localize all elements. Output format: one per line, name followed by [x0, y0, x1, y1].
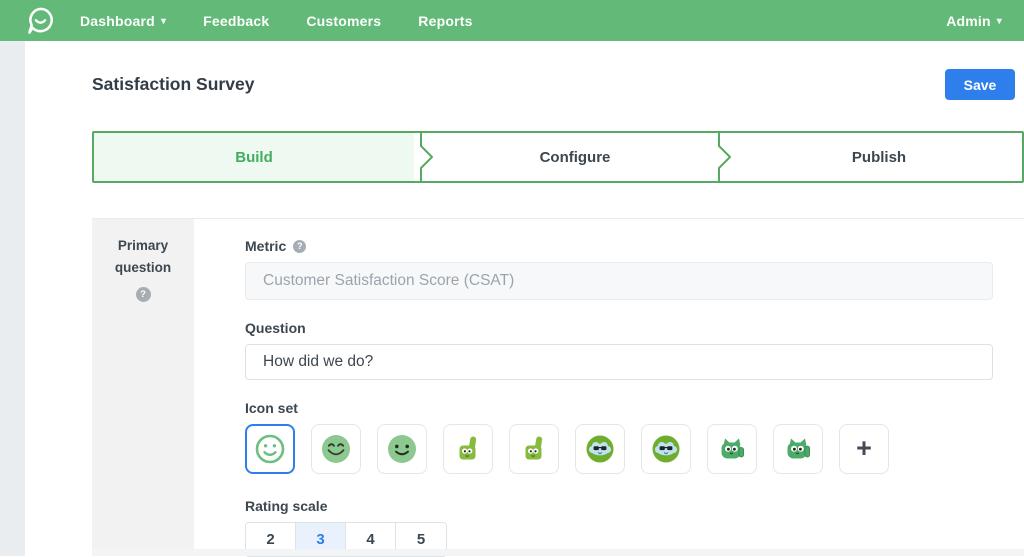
left-gutter: [0, 41, 25, 556]
icon-set-label: Icon set: [245, 400, 1024, 416]
question-label-text: Question: [245, 320, 306, 336]
rating-scale-label: Rating scale: [245, 498, 1024, 514]
icon-set-option-thumbs-up-2[interactable]: [509, 424, 559, 474]
sidebar-tab-primary-question[interactable]: Primary question ?: [92, 219, 194, 556]
chevron-down-icon: ▾: [997, 16, 1002, 27]
cloud-sunglasses-icon: [649, 432, 683, 466]
admin-menu-label: Admin: [946, 13, 991, 29]
sidebar-tab-label: Primary question: [92, 235, 194, 278]
question-label: Question: [245, 320, 1024, 336]
chevron-down-icon: ▾: [161, 16, 166, 27]
thumbs-up-icon: [451, 432, 485, 466]
admin-menu[interactable]: Admin ▾: [946, 13, 1002, 29]
wizard-stepper: Build Configure Publish: [92, 131, 1024, 183]
smiley-grin-icon: [319, 432, 353, 466]
nav-menu: Dashboard ▾ Feedback Customers Reports: [80, 13, 473, 29]
nav-item-feedback[interactable]: Feedback: [203, 13, 269, 29]
nav-item-label: Feedback: [203, 13, 269, 29]
metric-field: Customer Satisfaction Score (CSAT): [245, 262, 993, 300]
tab-build[interactable]: Build: [94, 133, 414, 181]
metric-label-text: Metric: [245, 238, 286, 254]
icon-set-options: +: [245, 424, 1024, 474]
question-field[interactable]: How did we do?: [245, 344, 993, 380]
icon-set-option-thumbs-up-1[interactable]: [443, 424, 493, 474]
tab-configure[interactable]: Configure: [438, 133, 712, 181]
nav-item-dashboard[interactable]: Dashboard ▾: [80, 13, 166, 29]
help-icon[interactable]: ?: [293, 240, 306, 253]
icon-set-option-smiley-grin[interactable]: [311, 424, 361, 474]
app-logo[interactable]: [25, 5, 56, 36]
nav-item-label: Dashboard: [80, 13, 155, 29]
thumbs-up-icon: [517, 432, 551, 466]
icon-set-option-cloud-sunglasses-1[interactable]: [575, 424, 625, 474]
next-section-edge: [92, 549, 1024, 556]
icon-set-label-text: Icon set: [245, 400, 298, 416]
rating-scale-label-text: Rating scale: [245, 498, 327, 514]
primary-question-form: Metric ? Customer Satisfaction Score (CS…: [245, 219, 1024, 557]
cloud-sunglasses-icon: [583, 432, 617, 466]
smiley-slight-icon: [385, 432, 419, 466]
icon-set-option-smiley-outline[interactable]: [245, 424, 295, 474]
icon-set-option-cloud-sunglasses-2[interactable]: [641, 424, 691, 474]
cat-thumbs-up-icon: [781, 432, 815, 466]
add-icon-set-button[interactable]: +: [839, 424, 889, 474]
metric-label: Metric ?: [245, 238, 1024, 254]
page-title: Satisfaction Survey: [92, 74, 254, 95]
cat-thumbs-up-icon: [715, 432, 749, 466]
nav-item-label: Reports: [418, 13, 472, 29]
nav-item-label: Customers: [306, 13, 381, 29]
smiley-outline-icon: [253, 432, 287, 466]
top-navbar: Dashboard ▾ Feedback Customers Reports A…: [0, 0, 1024, 41]
tab-publish[interactable]: Publish: [736, 133, 1022, 181]
save-button[interactable]: Save: [945, 69, 1015, 100]
step-separator-icon: [712, 133, 736, 181]
icon-set-option-cat-thumbs-up-2[interactable]: [773, 424, 823, 474]
icon-set-option-cat-thumbs-up-1[interactable]: [707, 424, 757, 474]
nav-item-customers[interactable]: Customers: [306, 13, 381, 29]
step-separator-icon: [414, 133, 438, 181]
help-icon[interactable]: ?: [136, 287, 151, 302]
nav-item-reports[interactable]: Reports: [418, 13, 472, 29]
chat-bubble-smile-logo-icon: [25, 5, 56, 36]
plus-icon: +: [856, 435, 872, 462]
icon-set-option-smiley-slight[interactable]: [377, 424, 427, 474]
